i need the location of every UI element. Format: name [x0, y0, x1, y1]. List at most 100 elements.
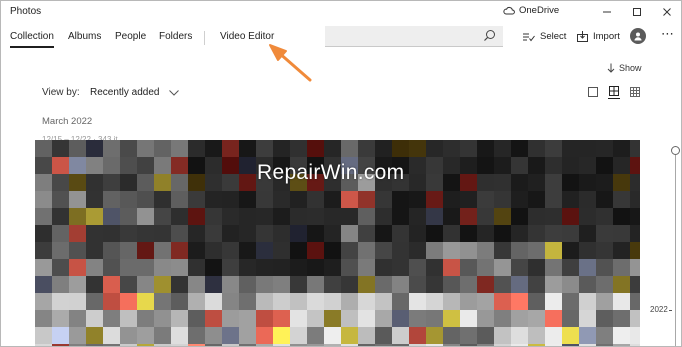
photo-pixel	[358, 208, 375, 225]
photo-pixel	[239, 225, 256, 242]
photo-pixel	[494, 293, 511, 310]
photo-pixel	[52, 140, 69, 157]
small-grid-button[interactable]	[629, 86, 641, 98]
photo-pixel	[290, 242, 307, 259]
photo-pixel	[324, 242, 341, 259]
photo-pixel	[324, 259, 341, 276]
photo-pixel	[409, 259, 426, 276]
photo-pixel	[69, 140, 86, 157]
more-icon[interactable]: ⋯	[661, 26, 675, 42]
photo-pixel	[103, 327, 120, 344]
maximize-icon	[633, 8, 641, 16]
photo-pixel	[596, 242, 613, 259]
show-label: Show	[619, 63, 642, 73]
photo-pixel	[596, 327, 613, 344]
photo-pixel	[188, 140, 205, 157]
photo-pixel	[171, 276, 188, 293]
photo-pixel	[103, 225, 120, 242]
photo-pixel	[35, 259, 52, 276]
photo-pixel	[86, 327, 103, 344]
photo-pixel	[613, 310, 630, 327]
photo-pixel	[69, 208, 86, 225]
tab-people[interactable]: People	[115, 31, 146, 42]
photo-pixel	[392, 208, 409, 225]
photo-pixel	[545, 310, 562, 327]
avatar-icon	[634, 32, 642, 41]
onedrive-button[interactable]: OneDrive	[503, 5, 559, 16]
photo-pixel	[596, 174, 613, 191]
photo-pixel	[222, 140, 239, 157]
photo-pixel	[443, 208, 460, 225]
medium-grid-icon	[609, 86, 619, 96]
photo-pixel	[69, 310, 86, 327]
photo-pixel	[341, 293, 358, 310]
avatar[interactable]	[630, 28, 646, 44]
photo-pixel	[205, 174, 222, 191]
photo-pixel	[222, 208, 239, 225]
photo-pixel	[562, 327, 579, 344]
photo-pixel	[596, 310, 613, 327]
photo-pixel	[443, 157, 460, 174]
photo-pixel	[188, 191, 205, 208]
timeline-track[interactable]	[675, 155, 676, 346]
photo-pixel	[613, 208, 630, 225]
photo-pixel	[307, 327, 324, 344]
select-button[interactable]: Select	[523, 31, 566, 42]
close-button[interactable]	[658, 4, 676, 20]
photo-pixel	[86, 259, 103, 276]
photo-pixel	[545, 293, 562, 310]
photo-pixel	[443, 276, 460, 293]
select-checklist-icon	[523, 33, 535, 41]
photo-pixel	[341, 140, 358, 157]
photo-pixel	[273, 225, 290, 242]
photo-pixel	[86, 293, 103, 310]
photo-pixel	[528, 276, 545, 293]
photo-pixel	[35, 191, 52, 208]
photo-pixel	[103, 174, 120, 191]
photo-pixel	[443, 225, 460, 242]
photo-pixel	[205, 259, 222, 276]
photo-pixel	[103, 191, 120, 208]
show-button[interactable]: Show	[607, 63, 642, 73]
photo-pixel	[579, 208, 596, 225]
photo-pixel	[188, 310, 205, 327]
medium-grid-button[interactable]	[608, 85, 620, 99]
photo-pixel	[579, 191, 596, 208]
photo-pixel	[307, 242, 324, 259]
photo-pixel	[426, 140, 443, 157]
import-button[interactable]: Import	[577, 31, 620, 42]
tab-collection[interactable]: Collection	[10, 31, 54, 48]
nav-divider	[204, 31, 205, 45]
photo-pixel	[630, 293, 640, 310]
timeline-handle[interactable]	[671, 146, 680, 155]
photo-pixel	[358, 276, 375, 293]
photo-pixel	[341, 191, 358, 208]
tab-albums[interactable]: Albums	[68, 31, 101, 42]
tab-folders[interactable]: Folders	[159, 31, 192, 42]
photo-pixel	[69, 259, 86, 276]
photo-pixel	[137, 225, 154, 242]
photo-pixel	[511, 327, 528, 344]
photo-pixel	[120, 259, 137, 276]
layout-toggles	[587, 85, 641, 99]
photo-pixel	[528, 327, 545, 344]
photo-pixel	[375, 242, 392, 259]
photo-pixel	[613, 140, 630, 157]
single-view-icon	[588, 87, 598, 97]
photo-pixel	[103, 242, 120, 259]
photo-pixel	[86, 208, 103, 225]
tab-video-editor[interactable]: Video Editor	[220, 31, 274, 42]
single-view-button[interactable]	[587, 86, 599, 98]
search-box[interactable]	[325, 26, 503, 47]
minimize-button[interactable]	[598, 4, 616, 20]
maximize-button[interactable]	[628, 4, 646, 20]
photo-pixel	[358, 191, 375, 208]
photo-pixel	[613, 327, 630, 344]
show-arrow-icon	[607, 63, 615, 73]
viewby-dropdown[interactable]: Recently added	[90, 87, 179, 98]
photo-pixel	[511, 293, 528, 310]
photo-pixel	[307, 191, 324, 208]
photo-pixel	[341, 276, 358, 293]
photo-pixel	[409, 157, 426, 174]
search-icon[interactable]	[483, 29, 496, 42]
